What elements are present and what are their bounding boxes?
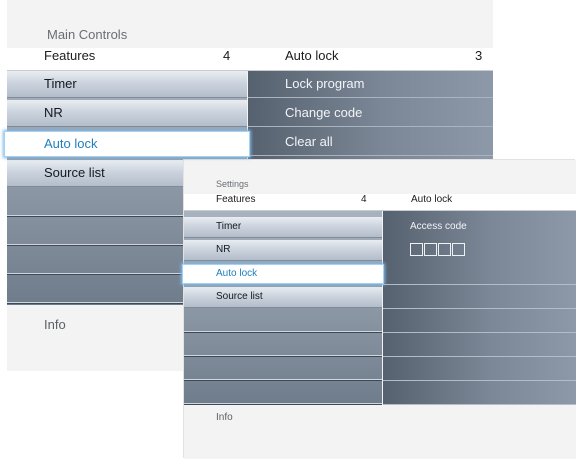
settings-panel: Settings Features 4 Auto lock Timer NR A… xyxy=(182,160,576,459)
features-list: Timer NR Auto lock Source list xyxy=(182,211,384,405)
panel-title: Main Controls xyxy=(47,27,128,42)
auto-lock-header: Auto lock xyxy=(285,48,339,63)
code-digit-box xyxy=(424,243,437,257)
empty-menu-slot xyxy=(184,335,382,356)
code-digit-box xyxy=(452,243,465,257)
access-code-label-row: Access code xyxy=(383,217,576,237)
menu-item-label: Timer xyxy=(216,221,242,232)
menu-item-label: Auto lock xyxy=(216,268,258,279)
info-label: Info xyxy=(216,412,233,423)
menu-header: Features 4 Auto lock xyxy=(184,194,576,211)
features-count: 4 xyxy=(361,194,367,205)
auto-lock-submenu: Access code xyxy=(383,211,576,405)
empty-submenu-slot xyxy=(383,360,576,381)
submenu-item-label: Clear all xyxy=(285,134,333,149)
code-digit-box xyxy=(438,243,451,257)
menu-item-nr[interactable]: NR xyxy=(7,100,247,127)
empty-menu-slot xyxy=(184,383,382,404)
menu-item-nr[interactable]: NR xyxy=(184,240,382,261)
menu-item-label: Source list xyxy=(44,165,105,180)
empty-menu-slot xyxy=(184,311,382,332)
code-digit-box xyxy=(410,243,423,257)
access-code-input[interactable] xyxy=(410,241,466,257)
empty-submenu-slot xyxy=(383,336,576,357)
menu-item-auto-lock[interactable]: Auto lock xyxy=(4,131,250,157)
access-code-label: Access code xyxy=(410,221,467,232)
auto-lock-count: 3 xyxy=(475,48,483,63)
submenu-item-change-code[interactable]: Change code xyxy=(248,100,493,127)
menu-item-label: Source list xyxy=(216,291,263,302)
menu-item-timer[interactable]: Timer xyxy=(7,71,247,98)
empty-submenu-slot xyxy=(383,384,576,405)
menu-item-label: NR xyxy=(216,244,231,255)
submenu-item-label: Lock program xyxy=(285,76,365,91)
menu-item-timer[interactable]: Timer xyxy=(184,217,382,238)
submenu-item-clear-all[interactable]: Clear all xyxy=(248,129,493,156)
features-count: 4 xyxy=(223,48,231,63)
menu-item-auto-lock[interactable]: Auto lock xyxy=(182,264,384,284)
submenu-item-lock-program[interactable]: Lock program xyxy=(248,71,493,98)
empty-submenu-slot xyxy=(383,264,576,285)
menu-item-label: NR xyxy=(44,105,63,120)
auto-lock-header: Auto lock xyxy=(411,194,453,205)
empty-submenu-slot xyxy=(383,312,576,333)
panel-title: Settings xyxy=(216,179,249,189)
menu-item-source-list[interactable]: Source list xyxy=(184,287,382,308)
empty-menu-slot xyxy=(184,359,382,380)
features-header: Features xyxy=(216,194,256,205)
menu-header: Features 4 Auto lock 3 xyxy=(7,48,493,71)
features-header: Features xyxy=(44,48,96,63)
menu-item-label: Auto lock xyxy=(44,136,98,151)
empty-submenu-slot xyxy=(383,288,576,309)
info-label: Info xyxy=(44,317,66,332)
menu-item-label: Timer xyxy=(44,76,77,91)
submenu-item-label: Change code xyxy=(285,105,363,120)
